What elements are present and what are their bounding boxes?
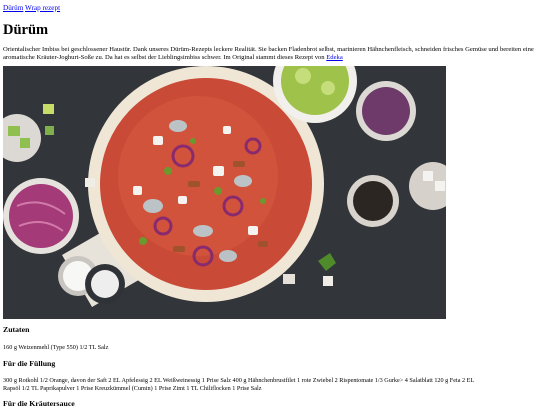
sauce-heading: Für die Kräutersauce [3, 399, 75, 408]
intro-text: Orientalischer Imbiss bei geschlossener … [3, 46, 534, 62]
page: Dürüm Wrap rezept Dürüm Orientalischer I… [0, 0, 540, 63]
fuellung-list-line-2: Rapsöl 1/2 TL Paprikapulver 1 Prise Kreu… [3, 385, 262, 392]
edeka-link[interactable]: Edeka [326, 54, 342, 61]
intro-paragraph: Orientalischer Imbiss bei geschlossener … [3, 46, 539, 63]
fuellung-list-line-1: 300 g Rotkohl 1/2 Orange, davon der Saft… [3, 377, 475, 384]
breadcrumb: Dürüm Wrap rezept [3, 4, 537, 13]
zutaten-list: 160 g Weizenmehl (Type 550) 1/2 TL Salz [3, 344, 109, 351]
fuellung-heading: Für die Füllung [3, 359, 56, 368]
nav-link-wrap-rezept[interactable]: Wrap rezept [25, 4, 60, 12]
nav-link-durum[interactable]: Dürüm [3, 4, 23, 12]
durum-pizza-illustration [3, 66, 446, 319]
page-title: Dürüm [3, 22, 49, 38]
zutaten-heading: Zutaten [3, 325, 30, 334]
recipe-photo [3, 66, 446, 319]
